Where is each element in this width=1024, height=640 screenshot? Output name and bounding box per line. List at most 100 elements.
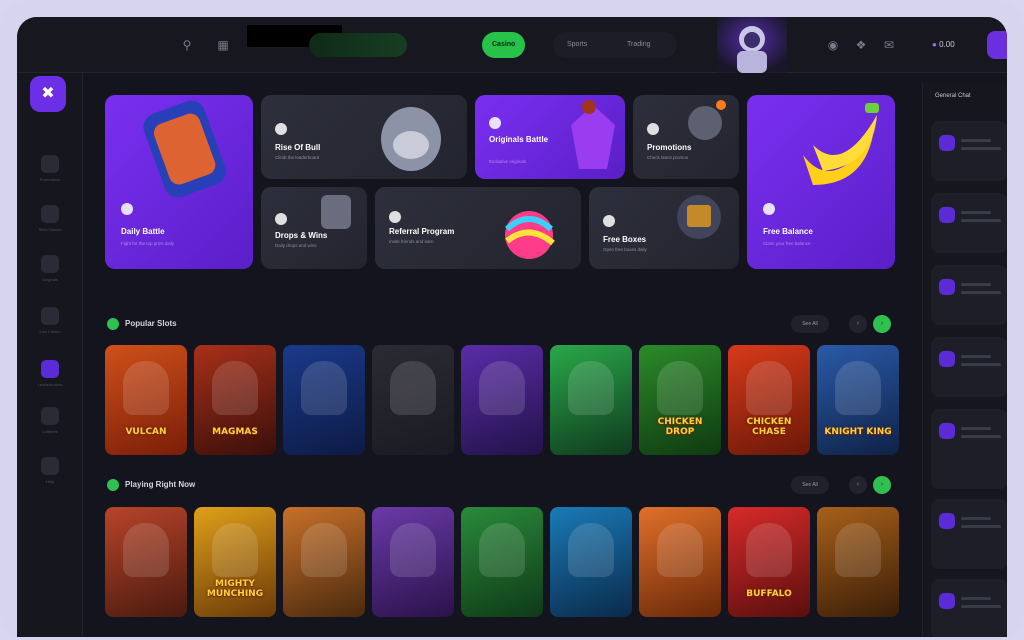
game-art-icon [123,361,169,415]
popular-game-tile[interactable] [461,345,543,455]
bomb-art-icon [688,100,726,140]
promotions-card-icon [647,123,659,135]
avatar [939,351,955,367]
playing-next-arrow-icon[interactable]: › [873,476,891,494]
logo-icon[interactable]: ✖ [30,76,66,112]
drops-icon [275,213,287,225]
bull-art-icon [381,107,441,171]
playing-section-icon [107,479,119,491]
promo-originals[interactable]: Originals Battle Exclusive originals [475,95,625,179]
mail-icon[interactable]: ✉ [879,35,899,55]
game-art-icon [212,361,258,415]
search-icon[interactable]: ⚲ [177,35,197,55]
promotions-icon [41,155,59,173]
game-art-icon [301,523,347,577]
popular-game-tile[interactable]: MAGMAS [194,345,276,455]
playing-game-tile[interactable] [283,507,365,617]
promo-promotions[interactable]: Promotions Check latest promos [633,95,739,179]
playing-see-all-button[interactable]: See All [791,476,829,494]
popular-section-title: Popular Slots [125,319,177,328]
game-title: CHICKEN DROP [657,417,703,437]
playing-prev-arrow-icon[interactable]: ‹ [849,476,867,494]
popular-game-tile[interactable]: CHICKEN DROP [639,345,721,455]
avatar [939,593,955,609]
playing-game-tile[interactable] [817,507,899,617]
chat-message[interactable] [931,579,1007,637]
chat-message[interactable] [931,265,1007,325]
deposit-button[interactable] [987,31,1007,59]
game-art-icon [390,361,436,415]
originals-card-icon [489,117,501,129]
game-art-icon [568,361,614,415]
sidebar-item-promotions[interactable]: Promotions [25,153,75,193]
sidebar-item-leaderboards[interactable]: Leaderboards [25,358,75,398]
promo-daily-battle[interactable]: Daily Battle Fight for the top prize dai… [105,95,253,269]
chat-message[interactable] [931,193,1007,253]
box-art-icon [677,195,721,239]
playing-game-tile[interactable] [550,507,632,617]
popular-game-tile[interactable] [372,345,454,455]
sidebar-item-originals[interactable]: Originals [25,253,75,293]
popular-game-tile[interactable] [283,345,365,455]
avatar [939,279,955,295]
avatar [939,513,955,529]
sidebar-item-help[interactable]: Help [25,455,75,495]
game-art-icon [746,523,792,577]
playing-game-tile[interactable] [372,507,454,617]
popular-game-tile[interactable]: CHICKEN CHASE [728,345,810,455]
playing-game-tile[interactable] [105,507,187,617]
banana-art-icon [803,103,879,185]
chat-panel: General Chat [922,83,1007,637]
chat-message[interactable] [931,337,1007,397]
wallet-button[interactable] [309,33,407,57]
game-art-icon [301,361,347,415]
trophy-icon [41,360,59,378]
tab-sports[interactable]: Sports [557,32,597,58]
game-title: MIGHTY MUNCHING [206,579,264,599]
sidebar-item-live[interactable]: Live Casino [25,305,75,345]
game-art-icon [657,361,703,415]
tab-trading[interactable]: Trading [617,32,660,58]
balance-value: 0.00 [939,40,955,49]
grid-icon[interactable]: ▦ [213,35,233,55]
popular-game-tile[interactable]: KNIGHT KING [817,345,899,455]
tab-casino[interactable]: Casino [482,32,526,58]
game-title: CHICKEN CHASE [746,417,792,437]
chat-message[interactable] [931,499,1007,569]
popular-game-tile[interactable] [550,345,632,455]
notification-icon[interactable]: ◉ [823,35,843,55]
game-art-icon [835,523,881,577]
playing-game-tile[interactable]: BUFFALO [728,507,810,617]
playing-game-tile[interactable] [639,507,721,617]
playing-game-tile[interactable]: MIGHTY MUNCHING [194,507,276,617]
drum-art-icon [143,100,226,198]
game-art-icon [746,361,792,415]
battle-icon [121,203,133,215]
playing-game-tile[interactable] [461,507,543,617]
lottery-icon [41,407,59,425]
popular-next-arrow-icon[interactable]: › [873,315,891,333]
box-icon [603,215,615,227]
sidebar-item-slots[interactable]: Slots Games [25,203,75,243]
main-content: Daily Battle Fight for the top prize dai… [97,83,913,637]
sidebar-item-lotteries[interactable]: Lotteries [25,405,75,445]
popular-section-icon [107,318,119,330]
chat-message[interactable] [931,409,1007,489]
chat-message[interactable] [931,121,1007,181]
balance-display[interactable]: ● 0.00 [932,33,955,57]
top-bar: ⚲ ▦ Casino Sports Trading ◉ ❖ ✉ ● 0.00 [17,17,1007,73]
promo-free-balance[interactable]: Free Balance Claim your free balance [747,95,895,269]
robot-art-icon [321,195,351,229]
popular-see-all-button[interactable]: See All [791,315,829,333]
playing-section-title: Playing Right Now [125,480,196,489]
chat-title: General Chat [935,93,971,99]
promo-drops-wins[interactable]: Drops & Wins Daily drops and wins [261,187,367,269]
promo-rise-of-bull[interactable]: Rise Of Bull Climb the leaderboard [261,95,467,179]
game-art-icon [568,523,614,577]
promo-referral[interactable]: Referral Program Invite friends and earn [375,187,581,269]
game-art-icon [479,523,525,577]
popular-game-tile[interactable]: VULCAN [105,345,187,455]
popular-prev-arrow-icon[interactable]: ‹ [849,315,867,333]
promo-free-boxes[interactable]: Free Boxes Open free boxes daily [589,187,739,269]
gift-icon[interactable]: ❖ [851,35,871,55]
